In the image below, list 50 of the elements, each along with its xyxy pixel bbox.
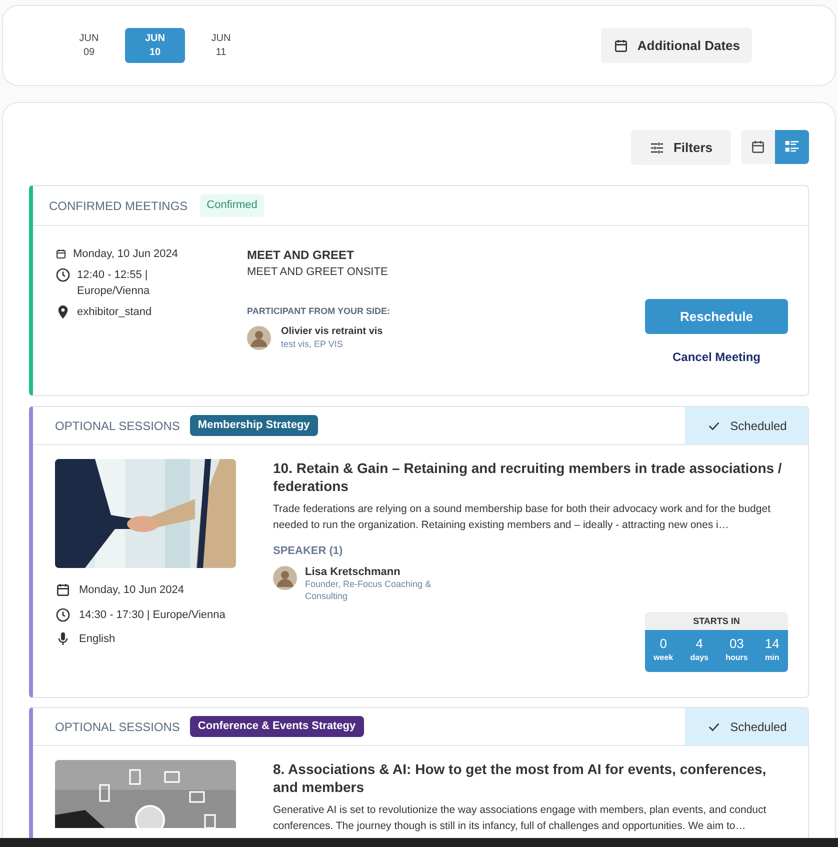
section-label: OPTIONAL SESSIONS bbox=[55, 718, 180, 736]
speaker-name: Lisa Kretschmann bbox=[305, 566, 402, 578]
avatar bbox=[273, 566, 297, 590]
participant-name: Olivier vis retraint vis bbox=[281, 326, 383, 338]
scheduled-status: Scheduled bbox=[685, 407, 808, 444]
calendar-icon bbox=[55, 248, 67, 260]
countdown-value: 03 bbox=[729, 636, 744, 650]
session-description: Generative AI is set to revolutionize the way associations engage with members, plan events, and conduct conferences. The journey though is still in its infancy, full of challenges and opportunities. We aim to… bbox=[273, 803, 768, 834]
status-badge: Confirmed bbox=[200, 194, 264, 217]
category-tag: Conference & Events Strategy bbox=[190, 716, 364, 737]
date-text: Monday, 10 Jun 2024 bbox=[73, 247, 178, 262]
countdown-value: 0 bbox=[660, 636, 667, 650]
meeting-subtitle: MEET AND GREET ONSITE bbox=[247, 265, 389, 280]
session-title: 10. Retain & Gain – Retaining and recruiting members in trade associations / federations bbox=[273, 459, 783, 495]
meeting-title: MEET AND GREET bbox=[247, 247, 355, 264]
section-label: CONFIRMED MEETINGS bbox=[49, 198, 188, 214]
cancel-meeting-link[interactable]: Cancel Meeting bbox=[672, 348, 761, 366]
date-tab[interactable]: JUN 11 bbox=[191, 28, 251, 63]
calendar-icon bbox=[613, 38, 630, 54]
date-tab[interactable]: JUN 09 bbox=[59, 28, 119, 63]
filters-button[interactable]: Filters bbox=[631, 130, 731, 165]
clock-icon bbox=[55, 606, 71, 623]
location-text: exhibitor_stand bbox=[77, 304, 152, 320]
clock-icon bbox=[55, 266, 71, 282]
calendar-icon bbox=[750, 139, 766, 155]
calendar-view-button[interactable] bbox=[741, 130, 775, 164]
calendar-icon bbox=[55, 582, 71, 598]
sliders-icon bbox=[649, 140, 666, 156]
participant-label: PARTICIPANT FROM YOUR SIDE: bbox=[247, 304, 392, 318]
avatar bbox=[247, 326, 271, 350]
additional-dates-button[interactable]: Additional Dates bbox=[601, 28, 752, 63]
countdown-unit: min bbox=[765, 652, 780, 664]
countdown-value: 14 bbox=[764, 636, 780, 650]
countdown-unit: days bbox=[690, 652, 708, 664]
date-text: Monday, 10 Jun 2024 bbox=[79, 583, 184, 598]
category-tag: Membership Strategy bbox=[190, 415, 318, 436]
participant-role: test vis, EP VIS bbox=[281, 338, 344, 350]
list-view-button[interactable] bbox=[775, 130, 809, 164]
countdown-unit: hours bbox=[726, 652, 748, 664]
session-description: Trade federations are relying on a sound membership base for both their advocacy work and for the budget needed to run the organization. Retaining existing members and – ideally - attracting new ones i… bbox=[273, 502, 772, 533]
starts-in-label: STARTS IN bbox=[645, 612, 788, 630]
scheduled-status: Scheduled bbox=[685, 708, 808, 745]
section-label: OPTIONAL SESSIONS bbox=[55, 418, 180, 434]
speaker-role: Founder, Re-Focus Coaching & Consulting bbox=[305, 578, 432, 602]
time-text: 14:30 - 17:30 | Europe/Vienna bbox=[79, 608, 226, 622]
countdown-unit: week bbox=[654, 652, 674, 664]
countdown-value: 4 bbox=[696, 636, 703, 650]
speaker-label: SPEAKER (1) bbox=[273, 544, 344, 559]
language-text: English bbox=[79, 632, 116, 647]
session-title: 8. Associations & AI: How to get the most from AI for events, conferences, and members bbox=[273, 760, 768, 796]
